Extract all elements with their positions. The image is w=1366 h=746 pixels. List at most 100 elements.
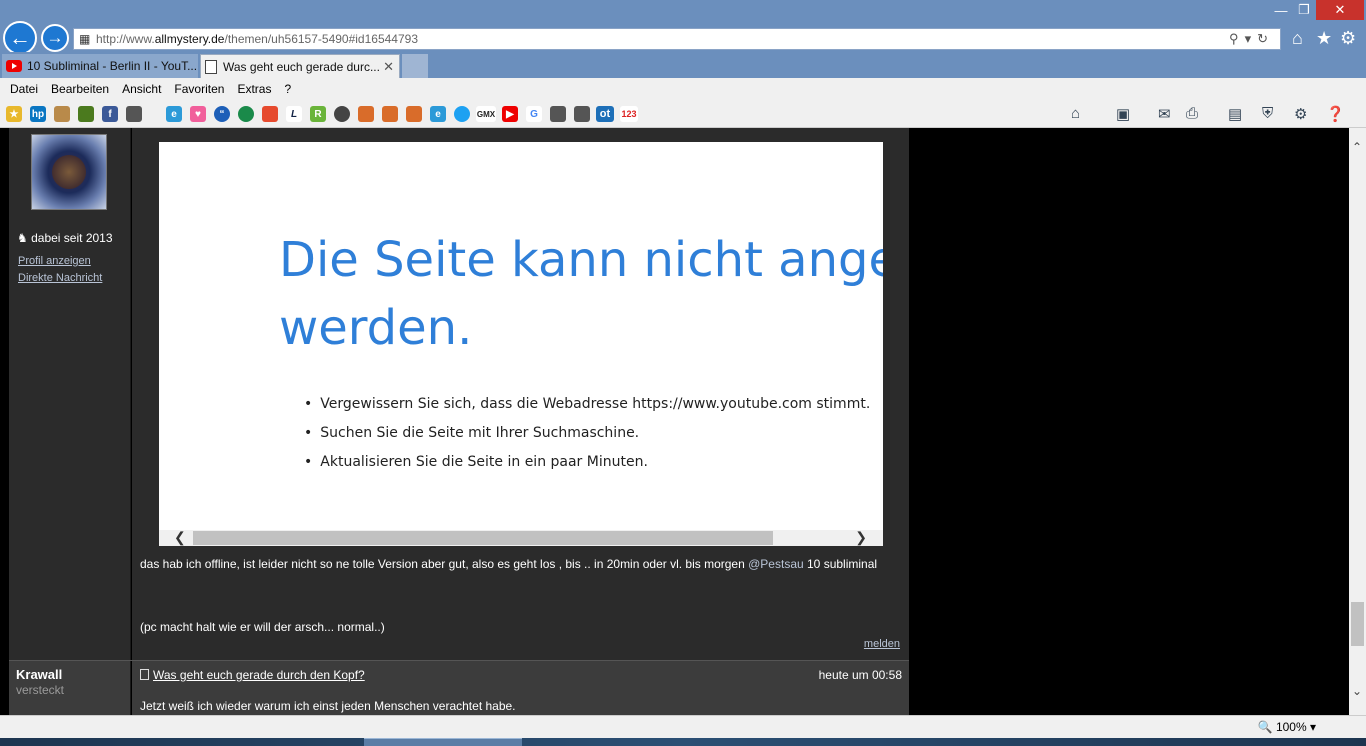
horizontal-scrollbar[interactable]: ❮ ❯	[159, 529, 883, 546]
bookmark-icon[interactable]	[406, 106, 422, 122]
post-text: das hab ich offline, ist leider nicht so…	[140, 557, 900, 572]
post-text: Jetzt weiß ich wieder warum ich einst je…	[140, 699, 516, 713]
tab-label: Was geht euch gerade durc...	[223, 59, 380, 74]
close-icon[interactable]: ✕	[383, 59, 394, 75]
taskbar	[0, 738, 1366, 746]
forward-arrow-icon[interactable]: →	[41, 24, 69, 52]
scroll-up-icon[interactable]: ⌃	[1352, 140, 1362, 154]
page-icon	[205, 59, 217, 74]
list-item: Suchen Sie die Seite mit Ihrer Suchmasch…	[304, 419, 870, 448]
youtube-icon	[6, 60, 22, 72]
google-icon[interactable]: G	[526, 106, 542, 122]
tab-label: 10 Subliminal - Berlin II - YouT...	[27, 59, 198, 73]
rss-icon[interactable]: ▣	[1116, 105, 1130, 123]
safety-icon[interactable]: ⛨	[1262, 105, 1273, 122]
menu-bearbeiten[interactable]: Bearbeiten	[51, 82, 109, 96]
dropdown-icon[interactable]: ▾	[1245, 31, 1258, 46]
owl-icon[interactable]	[54, 106, 70, 122]
menu-extras[interactable]: Extras	[237, 82, 271, 96]
zoom-control[interactable]: 🔍 100% ▾	[1258, 720, 1316, 734]
menu-ansicht[interactable]: Ansicht	[122, 82, 161, 96]
gmx-icon[interactable]: GMX	[476, 106, 496, 122]
maximize-button[interactable]: ❐	[1292, 0, 1316, 20]
back-arrow-icon[interactable]: ←	[3, 21, 37, 55]
hp-icon[interactable]: hp	[30, 106, 46, 122]
menu-datei[interactable]: Datei	[10, 82, 38, 96]
mail-icon[interactable]: ✉	[1158, 105, 1171, 123]
user-mention[interactable]: @Pestsau	[748, 557, 804, 571]
user-status: versteckt	[16, 683, 65, 697]
bookmark-icon[interactable]	[382, 106, 398, 122]
bookmark-icon[interactable]	[358, 106, 374, 122]
heart-icon[interactable]: ♥	[190, 106, 206, 122]
r-icon[interactable]: R	[310, 106, 326, 122]
address-controls[interactable]: ⚲▾↻	[1229, 31, 1274, 47]
home-icon[interactable]: ⌂	[1292, 28, 1303, 49]
refresh-icon[interactable]: ↻	[1257, 31, 1274, 46]
scroll-down-icon[interactable]: ⌄	[1352, 684, 1362, 698]
gear-icon[interactable]: ⚙	[1294, 105, 1307, 123]
post-author-sidebar: ♞ dabei seit 2013 Profil anzeigen Direkt…	[9, 128, 131, 660]
report-link[interactable]: melden	[864, 638, 900, 650]
twitter-icon[interactable]	[454, 106, 470, 122]
post-timestamp: heute um 00:58	[818, 668, 902, 682]
post-text-part: 10 subliminal	[803, 557, 878, 571]
grid-icon[interactable]	[262, 106, 278, 122]
favorites-bar: ★ hp f e ♥ “ L R e GMX ▶ G ot 123 ⌂ ▣ ✉ …	[0, 100, 1366, 128]
gear-icon[interactable]: ⚙	[1340, 28, 1356, 49]
profile-link[interactable]: Profil anzeigen	[18, 255, 91, 267]
taskbar-active-item[interactable]	[364, 738, 522, 746]
star-icon[interactable]: ★	[1316, 28, 1332, 49]
avatar[interactable]	[31, 134, 107, 210]
l-icon[interactable]: L	[286, 106, 302, 122]
vertical-scrollbar[interactable]: ⌃ ⌄	[1349, 128, 1366, 715]
menu-favoriten[interactable]: Favoriten	[174, 82, 224, 96]
search-icon[interactable]: ⚲	[1229, 31, 1245, 46]
help-icon[interactable]: ❓	[1326, 105, 1345, 123]
favorites-star-icon[interactable]: ★	[6, 106, 22, 122]
tab-strip: 10 Subliminal - Berlin II - YouT... Was …	[0, 52, 1366, 78]
page-icon[interactable]	[550, 106, 566, 122]
thread-title-link[interactable]: Was geht euch gerade durch den Kopf?	[140, 668, 365, 682]
scroll-right-icon[interactable]: ❯	[855, 529, 867, 546]
close-window-button[interactable]: ✕	[1316, 0, 1364, 20]
scroll-left-icon[interactable]: ❮	[174, 529, 186, 546]
post-text-part: das hab ich offline, ist leider nicht so…	[140, 557, 749, 571]
print-icon[interactable]: ⎙	[1186, 105, 1198, 122]
zoom-icon: 🔍	[1257, 720, 1273, 734]
error-heading-line: werden.	[279, 300, 473, 356]
menu-help[interactable]: ?	[284, 82, 291, 96]
home-icon[interactable]: ⌂	[1071, 105, 1080, 122]
browser-titlebar: ← → — ❐ ✕ ▦ http://www.allmystery.de/the…	[0, 0, 1366, 55]
new-tab-button[interactable]	[402, 54, 428, 78]
page-icon[interactable]	[574, 106, 590, 122]
embedded-video-frame[interactable]: Die Seite kann nicht angezeig werden. Ver…	[159, 142, 883, 546]
address-bar[interactable]: ▦ http://www.allmystery.de/themen/uh5615…	[73, 28, 1281, 50]
tab-youtube[interactable]: 10 Subliminal - Berlin II - YouT...	[2, 54, 198, 78]
dots-icon[interactable]	[334, 106, 350, 122]
123-icon[interactable]: 123	[620, 106, 638, 122]
youtube-icon[interactable]: ▶	[502, 106, 518, 122]
ie-icon[interactable]: e	[166, 106, 182, 122]
page-icon[interactable]	[126, 106, 142, 122]
address-url[interactable]: http://www.allmystery.de/themen/uh56157-…	[96, 32, 418, 46]
scrollbar-thumb[interactable]	[193, 531, 773, 545]
post-body: Die Seite kann nicht angezeig werden. Ver…	[132, 128, 909, 660]
member-since: ♞ dabei seit 2013	[17, 231, 113, 245]
facebook-icon[interactable]: f	[102, 106, 118, 122]
error-heading: Die Seite kann nicht angezeig werden.	[279, 226, 883, 362]
quote-icon[interactable]: “	[214, 106, 230, 122]
username[interactable]: Krawall	[16, 667, 62, 682]
direct-message-link[interactable]: Direkte Nachricht	[18, 272, 102, 284]
tab-allmystery[interactable]: Was geht euch gerade durc... ✕	[200, 54, 400, 78]
error-heading-line: Die Seite kann nicht angezeig	[279, 232, 883, 288]
post-author-sidebar: Krawall versteckt	[9, 661, 131, 715]
status-bar: 🔍 100% ▾	[0, 715, 1366, 738]
globe-icon[interactable]	[238, 106, 254, 122]
ot-icon[interactable]: ot	[596, 106, 614, 122]
user-icon: ♞	[17, 231, 28, 245]
ie-icon[interactable]: e	[430, 106, 446, 122]
scrollbar-thumb[interactable]	[1351, 602, 1364, 646]
page-menu-icon[interactable]: ▤	[1228, 105, 1242, 123]
bookmark-icon[interactable]	[78, 106, 94, 122]
